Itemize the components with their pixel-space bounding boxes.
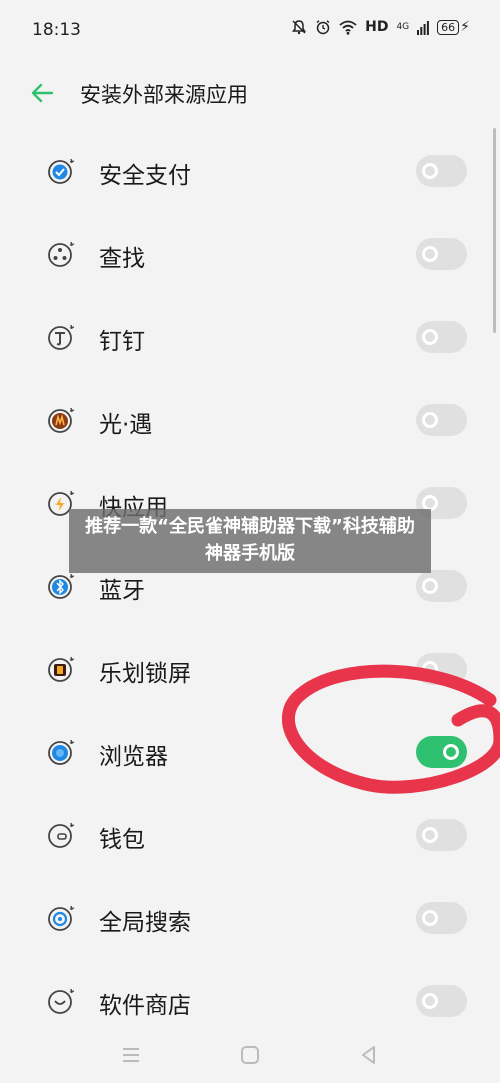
app-label: 蓝牙 <box>99 578 145 604</box>
list-item[interactable]: 钱包 <box>0 794 500 878</box>
toggle-knob <box>443 744 459 760</box>
toggle-knob <box>422 993 438 1009</box>
global-search-icon <box>48 905 75 931</box>
toggle-switch[interactable] <box>416 819 467 851</box>
app-label: 钱包 <box>99 827 145 853</box>
toggle-switch[interactable] <box>416 985 467 1017</box>
toggle-knob <box>422 412 438 428</box>
list-item[interactable]: 乐划锁屏 <box>0 628 500 712</box>
dingtalk-icon <box>48 324 75 350</box>
signal-icon <box>417 20 430 35</box>
toggle-knob <box>422 246 438 262</box>
battery-level: 66 <box>437 19 460 35</box>
toggle-knob <box>422 163 438 179</box>
wallet-icon <box>48 822 75 848</box>
toggle-switch[interactable] <box>416 404 467 436</box>
bluetooth-icon <box>48 573 75 599</box>
top-bar: 安装外部来源应用 <box>0 65 500 121</box>
app-label: 乐划锁屏 <box>99 661 191 687</box>
navigation-bar <box>0 1030 500 1080</box>
back-icon[interactable] <box>356 1042 382 1068</box>
sky-game-icon <box>48 407 75 433</box>
caption-overlay: 推荐一款“全民雀神辅助器下载”科技辅助神器手机版 <box>69 509 431 573</box>
list-item[interactable]: 浏览器 <box>0 711 500 795</box>
find-device-icon <box>48 241 75 267</box>
toggle-switch[interactable] <box>416 155 467 187</box>
app-label: 安全支付 <box>99 163 191 189</box>
app-label: 查找 <box>99 246 145 272</box>
wifi-icon <box>339 20 357 35</box>
alarm-icon <box>316 20 330 35</box>
list-item[interactable]: 钉钉 <box>0 296 500 380</box>
toggle-knob <box>422 329 438 345</box>
hd-indicator: HD <box>365 19 389 35</box>
toggle-switch[interactable] <box>416 321 467 353</box>
toggle-switch[interactable] <box>416 902 467 934</box>
battery-indicator: 66 ⚡ <box>437 19 470 35</box>
toggle-knob <box>422 827 438 843</box>
toggle-switch[interactable] <box>416 736 467 768</box>
list-item[interactable]: 查找 <box>0 213 500 297</box>
list-item[interactable]: 安全支付 <box>0 130 500 214</box>
back-arrow-icon[interactable] <box>28 79 56 107</box>
dnd-bell-icon <box>292 20 307 35</box>
charging-icon: ⚡ <box>460 19 470 35</box>
lock-screen-icon <box>48 656 75 682</box>
status-time: 18:13 <box>32 20 81 40</box>
app-label: 浏览器 <box>99 744 168 770</box>
security-payment-icon <box>48 158 75 184</box>
toggle-switch[interactable] <box>416 570 467 602</box>
toggle-switch[interactable] <box>416 238 467 270</box>
network-indicator: 4G <box>396 21 410 32</box>
status-icons: HD 4G 66 ⚡ <box>291 19 470 35</box>
list-item[interactable]: 光·遇 <box>0 379 500 463</box>
menu-icon[interactable] <box>118 1042 144 1068</box>
list-item[interactable]: 全局搜索 <box>0 877 500 961</box>
app-label: 钉钉 <box>99 329 145 355</box>
browser-icon <box>48 739 75 765</box>
toggle-knob <box>422 910 438 926</box>
home-icon[interactable] <box>237 1042 263 1068</box>
app-store-icon <box>48 988 75 1014</box>
app-label: 软件商店 <box>99 993 191 1019</box>
app-label: 光·遇 <box>99 412 153 438</box>
toggle-knob <box>422 578 438 594</box>
app-label: 全局搜索 <box>99 910 191 936</box>
status-bar: 18:13 HD 4G 66 ⚡ <box>0 0 500 60</box>
network-type: 4G <box>396 21 410 32</box>
toggle-switch[interactable] <box>416 653 467 685</box>
page-title: 安装外部来源应用 <box>80 83 248 107</box>
toggle-knob <box>422 661 438 677</box>
